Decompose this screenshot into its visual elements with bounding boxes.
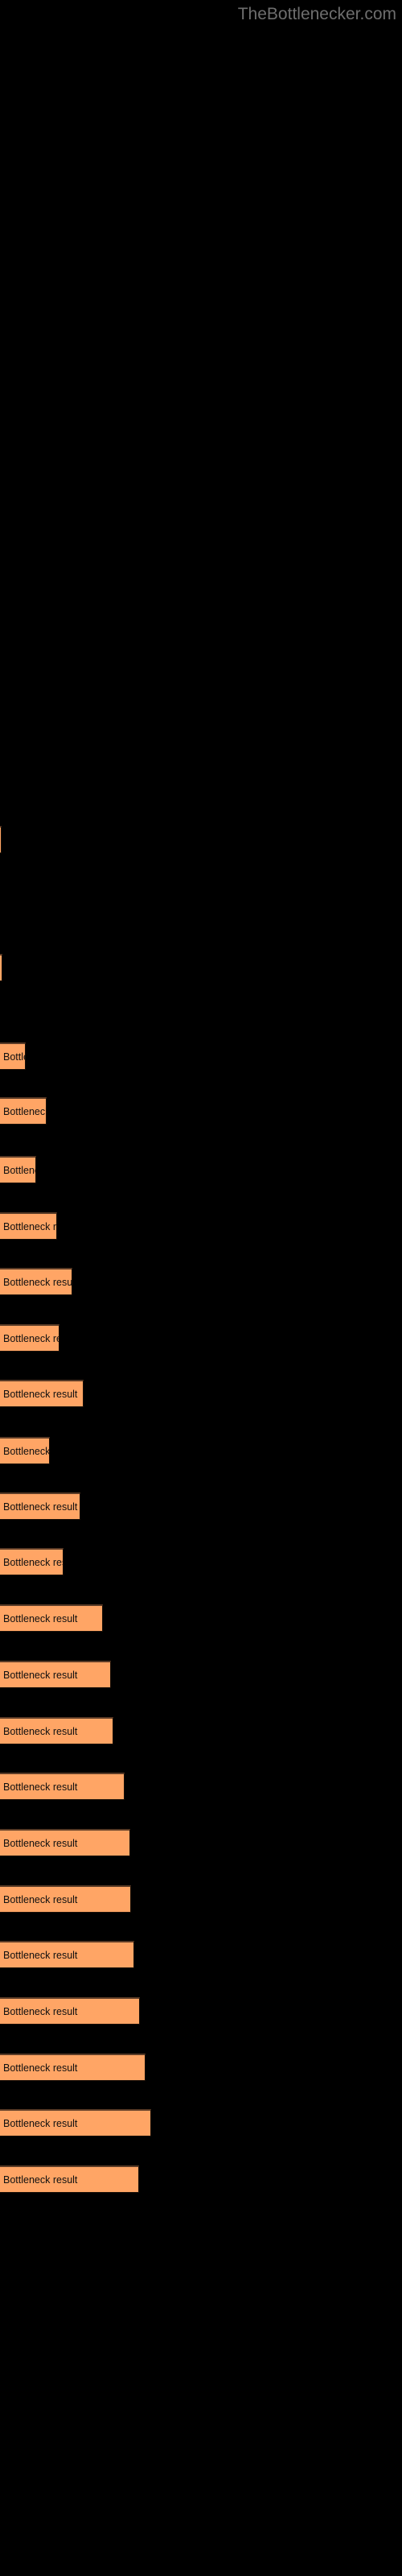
bar-11[interactable]: Bottleneck result <box>0 1492 80 1520</box>
bar-17[interactable]: Bottleneck result <box>0 1829 130 1856</box>
bar-label: Bottleneck result <box>3 1164 35 1176</box>
bar-label: Bottleneck result <box>3 1276 72 1288</box>
bar-label: Bottleneck result <box>3 1445 50 1457</box>
bar-23[interactable]: Bottleneck result <box>0 2165 139 2193</box>
bar-6[interactable]: Bottleneck result <box>0 1212 57 1240</box>
bar-13[interactable]: Bottleneck result <box>0 1604 103 1632</box>
bar-label: Bottleneck result <box>3 1781 78 1793</box>
bar-label: Bottleneck result <box>3 1725 78 1737</box>
bar-label: Bottleneck result <box>3 2117 78 2129</box>
bar-16[interactable]: Bottleneck result <box>0 1773 125 1800</box>
bar-9[interactable]: Bottleneck result <box>0 1380 84 1407</box>
bar-1[interactable]: Bottleneck result <box>0 826 2 853</box>
bar-5[interactable]: Bottleneck result <box>0 1156 36 1183</box>
bar-label: Bottleneck result <box>3 1556 63 1568</box>
bar-label: Bottleneck result <box>3 1388 78 1400</box>
bottleneck-bar-chart: Bottleneck result Bottleneck result Bottle… <box>0 0 402 2576</box>
bar-22[interactable]: Bottleneck result <box>0 2109 151 2136</box>
bar-label: Bottleneck result <box>3 1220 57 1232</box>
bar-label: Bottleneck result <box>3 1332 59 1344</box>
bar-label: Bottleneck result <box>3 2005 78 2017</box>
bar-8[interactable]: Bottleneck result <box>0 1324 59 1352</box>
bar-15[interactable]: Bottleneck result <box>0 1717 113 1744</box>
bar-4[interactable]: Bottleneck result <box>0 1097 47 1125</box>
bar-label: Bottleneck result <box>3 1949 78 1961</box>
bar-7[interactable]: Bottleneck result <box>0 1268 72 1295</box>
bar-label: Bottleneck result <box>3 1501 78 1513</box>
bar-2[interactable]: Bottleneck result <box>0 954 2 981</box>
bar-label: Bottleneck result <box>3 1893 78 1905</box>
bar-label: Bottleneck result <box>3 1051 25 1063</box>
bar-10[interactable]: Bottleneck result <box>0 1437 50 1464</box>
bar-12[interactable]: Bottleneck result <box>0 1548 64 1575</box>
bar-label: Bottleneck result <box>3 2174 78 2186</box>
bar-3[interactable]: Bottleneck result <box>0 1042 26 1070</box>
bar-label: Bottleneck result <box>3 1669 78 1681</box>
bar-20[interactable]: Bottleneck result <box>0 1997 140 2025</box>
bar-18[interactable]: Bottleneck result <box>0 1885 131 1913</box>
bar-label: Bottleneck result <box>3 1105 47 1117</box>
bar-14[interactable]: Bottleneck result <box>0 1661 111 1688</box>
bar-21[interactable]: Bottleneck result <box>0 2054 146 2081</box>
bar-label: Bottleneck result <box>3 1612 78 1624</box>
bar-label: Bottleneck result <box>3 1837 78 1849</box>
bar-label: Bottleneck result <box>3 2062 78 2074</box>
bar-19[interactable]: Bottleneck result <box>0 1941 134 1968</box>
